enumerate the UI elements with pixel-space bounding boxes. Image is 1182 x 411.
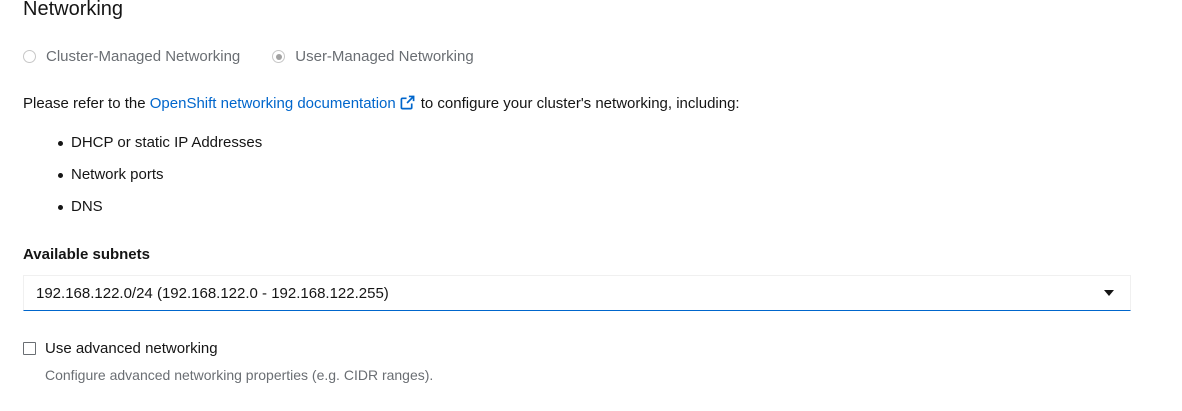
radio-user-managed[interactable]: User-Managed Networking (272, 48, 474, 65)
section-title: Networking (23, 0, 124, 20)
advanced-networking-checkbox-row[interactable]: Use advanced networking (23, 340, 218, 357)
intro-prefix: Please refer to the (23, 95, 150, 112)
networking-mode-radio-group: Cluster-Managed Networking User-Managed … (23, 48, 506, 65)
advanced-networking-label[interactable]: Use advanced networking (45, 340, 218, 357)
list-item: DHCP or static IP Addresses (57, 133, 262, 165)
advanced-networking-checkbox[interactable] (23, 342, 36, 355)
radio-label: Cluster-Managed Networking (46, 48, 241, 65)
networking-topics-list: DHCP or static IP Addresses Network port… (57, 133, 262, 229)
list-item: DNS (57, 197, 262, 229)
external-link-icon[interactable] (400, 95, 415, 110)
networking-intro-text: Please refer to the OpenShift networking… (23, 94, 740, 114)
radio-cluster-managed[interactable]: Cluster-Managed Networking (23, 48, 240, 65)
available-subnets-label: Available subnets (23, 246, 150, 263)
selected-subnet-value: 192.168.122.0/24 (192.168.122.0 - 192.16… (36, 284, 389, 302)
radio-button-selected[interactable] (272, 50, 286, 63)
networking-docs-link[interactable]: OpenShift networking documentation (150, 95, 421, 112)
radio-button[interactable] (23, 50, 36, 63)
docs-link-label[interactable]: OpenShift networking documentation (150, 95, 396, 112)
list-item: Network ports (57, 165, 262, 197)
radio-label: User-Managed Networking (295, 48, 474, 65)
intro-suffix: to configure your cluster's networking, … (420, 95, 740, 112)
available-subnets-select[interactable]: 192.168.122.0/24 (192.168.122.0 - 192.16… (23, 275, 1131, 311)
advanced-networking-helper-text: Configure advanced networking properties… (45, 367, 434, 383)
caret-down-icon[interactable] (1104, 290, 1114, 296)
